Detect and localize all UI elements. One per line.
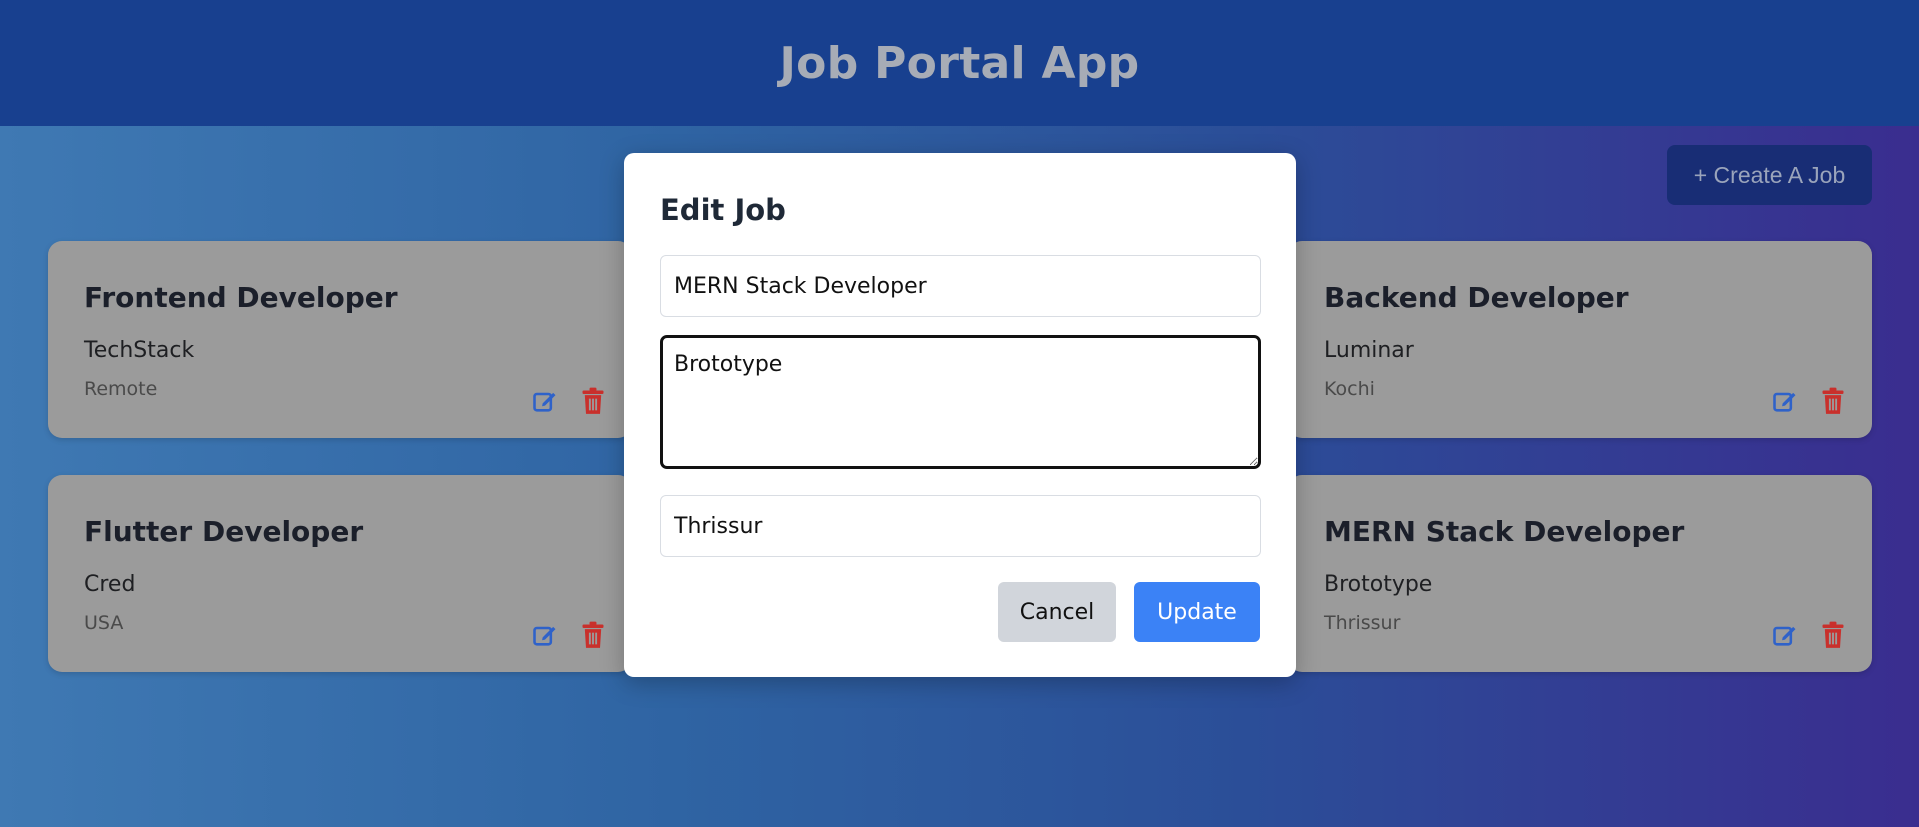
job-company: Cred: [84, 572, 136, 597]
edit-icon[interactable]: [1770, 620, 1800, 650]
company-textarea[interactable]: Brototype: [660, 335, 1261, 469]
location-input[interactable]: [660, 495, 1261, 557]
job-location: Thrissur: [1324, 612, 1401, 634]
update-button[interactable]: Update: [1134, 582, 1260, 642]
edit-icon[interactable]: [1770, 386, 1800, 416]
app-header: Job Portal App: [0, 0, 1919, 126]
create-job-button[interactable]: + Create A Job: [1667, 145, 1872, 205]
job-card: Backend Developer Luminar Kochi: [1288, 241, 1872, 438]
edit-icon[interactable]: [530, 620, 560, 650]
edit-job-modal: Edit Job Brototype Cancel Update: [624, 153, 1296, 677]
job-location: Kochi: [1324, 378, 1375, 400]
job-location: Remote: [84, 378, 158, 400]
trash-icon[interactable]: [1818, 386, 1848, 416]
job-card: Flutter Developer Cred USA: [48, 475, 632, 672]
job-title: MERN Stack Developer: [1324, 515, 1685, 548]
modal-title: Edit Job: [660, 193, 786, 227]
job-title-input[interactable]: [660, 255, 1261, 317]
job-company: Brototype: [1324, 572, 1433, 597]
job-card: Frontend Developer TechStack Remote: [48, 241, 632, 438]
job-company: TechStack: [84, 338, 195, 363]
trash-icon[interactable]: [578, 386, 608, 416]
job-title: Backend Developer: [1324, 281, 1629, 314]
job-location: USA: [84, 612, 124, 634]
job-title: Frontend Developer: [84, 281, 398, 314]
job-title: Flutter Developer: [84, 515, 364, 548]
app-title: Job Portal App: [779, 37, 1140, 89]
job-company: Luminar: [1324, 338, 1414, 363]
job-card: MERN Stack Developer Brototype Thrissur: [1288, 475, 1872, 672]
trash-icon[interactable]: [578, 620, 608, 650]
trash-icon[interactable]: [1818, 620, 1848, 650]
cancel-button[interactable]: Cancel: [998, 582, 1116, 642]
edit-icon[interactable]: [530, 386, 560, 416]
